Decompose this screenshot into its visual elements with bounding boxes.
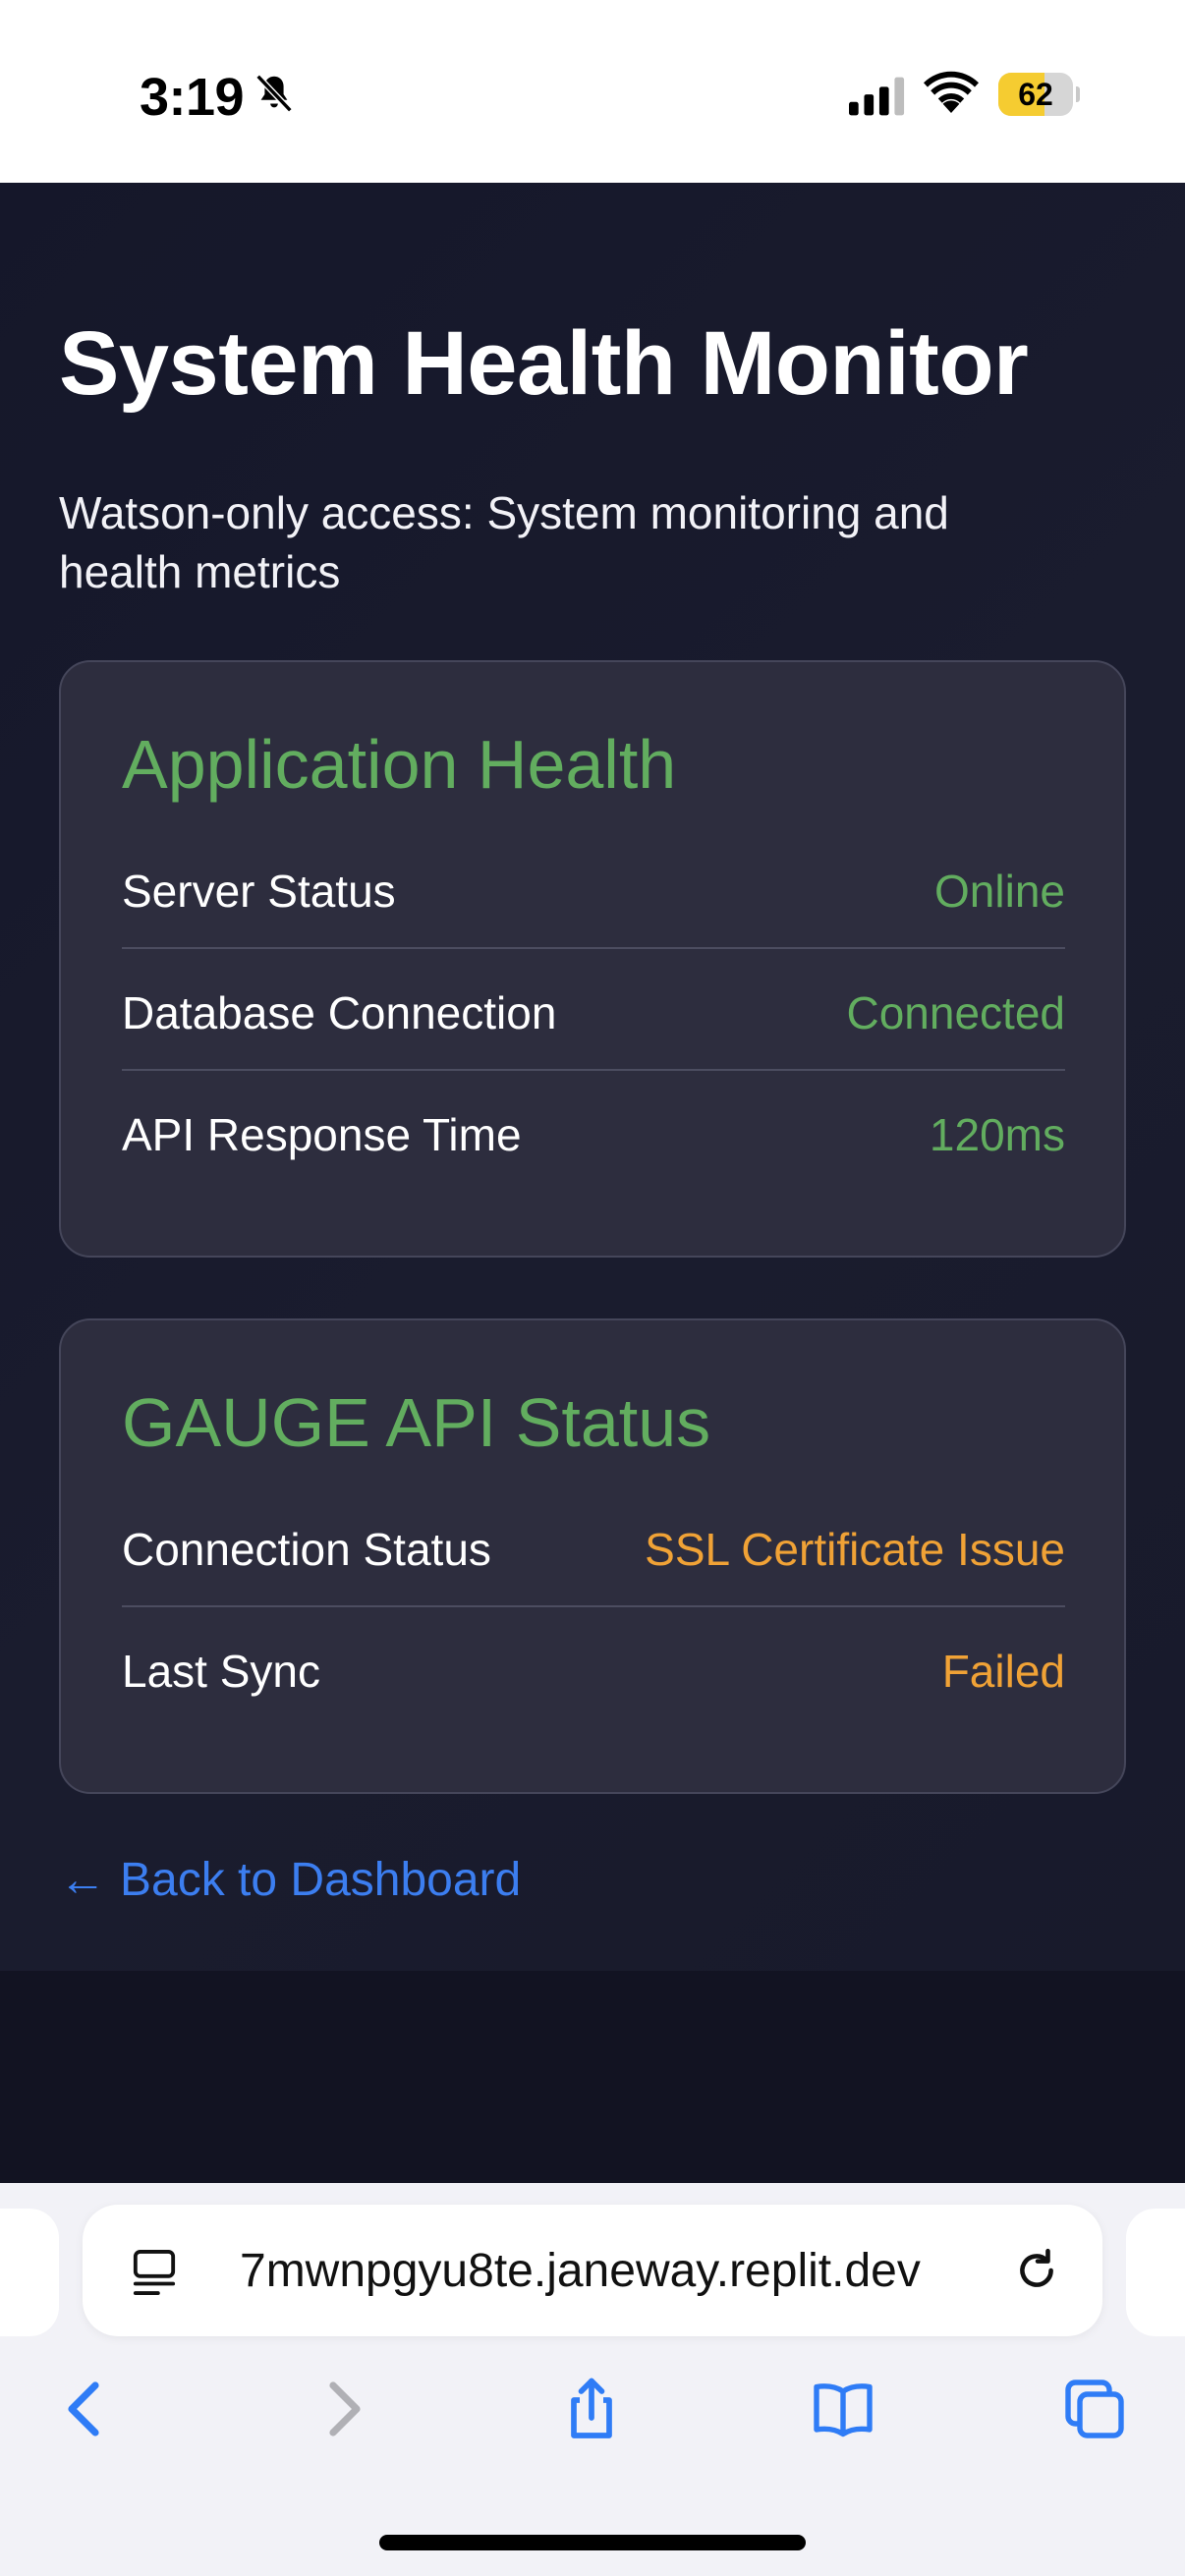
- web-page: System Health Monitor Watson-only access…: [0, 183, 1185, 1971]
- back-icon[interactable]: [51, 2374, 122, 2444]
- back-link-label: Back to Dashboard: [120, 1854, 522, 1906]
- metric-label: API Response Time: [122, 1109, 522, 1160]
- back-to-dashboard-link[interactable]: ← Back to Dashboard: [59, 1853, 521, 1907]
- metric-label: Connection Status: [122, 1524, 491, 1575]
- reload-icon[interactable]: [1012, 2246, 1061, 2295]
- card-title: Application Health: [122, 726, 677, 803]
- metric-row-api-response-time: API Response Time 120ms: [122, 1073, 1065, 1193]
- metric-row-last-sync: Last Sync Failed: [122, 1609, 1065, 1729]
- page-title: System Health Monitor: [59, 313, 1029, 414]
- page-subtitle: Watson-only access: System monitoring an…: [59, 487, 949, 597]
- status-time: 3:19: [140, 68, 245, 127]
- next-tab-preview[interactable]: [1126, 2209, 1185, 2336]
- page-bottom-area: [0, 1971, 1185, 2183]
- cellular-signal-icon: [849, 77, 905, 116]
- metric-row-server-status: Server Status Online: [122, 829, 1065, 949]
- status-bar: 3:19 62: [0, 0, 1185, 183]
- battery-nub: [1076, 86, 1080, 102]
- status-value: SSL Certificate Issue: [645, 1524, 1065, 1575]
- share-icon[interactable]: [556, 2374, 627, 2444]
- battery-body: 62: [998, 73, 1073, 116]
- metric-label: Database Connection: [122, 987, 557, 1038]
- battery-icon: 62: [998, 73, 1080, 116]
- home-indicator: [379, 2535, 806, 2550]
- gauge-api-status-card: GAUGE API Status Connection Status SSL C…: [59, 1318, 1126, 1794]
- metric-label: Server Status: [122, 866, 396, 917]
- browser-toolbar: 7mwnpgyu8te.janeway.replit.dev: [0, 2183, 1185, 2576]
- tabs-icon[interactable]: [1059, 2374, 1130, 2444]
- status-value: Failed: [941, 1646, 1065, 1697]
- address-bar[interactable]: 7mwnpgyu8te.janeway.replit.dev: [83, 2205, 1102, 2336]
- forward-icon[interactable]: [307, 2374, 377, 2444]
- status-value: Connected: [846, 987, 1066, 1038]
- metric-row-connection-status: Connection Status SSL Certificate Issue: [122, 1487, 1065, 1607]
- application-health-card: Application Health Server Status Online …: [59, 660, 1126, 1258]
- previous-tab-preview[interactable]: [0, 2209, 59, 2336]
- metric-row-database-connection: Database Connection Connected: [122, 951, 1065, 1071]
- bell-slash-icon: [255, 74, 293, 113]
- url-text[interactable]: 7mwnpgyu8te.janeway.replit.dev: [240, 2244, 921, 2298]
- bookmarks-icon[interactable]: [808, 2374, 878, 2444]
- status-value: 120ms: [929, 1109, 1065, 1160]
- battery-level: 62: [1018, 77, 1053, 112]
- page-menu-icon[interactable]: [132, 2248, 177, 2297]
- status-value: Online: [934, 866, 1065, 917]
- metric-label: Last Sync: [122, 1646, 320, 1697]
- arrow-left-icon: ←: [59, 1854, 106, 1906]
- card-title: GAUGE API Status: [122, 1384, 711, 1461]
- wifi-icon: [924, 71, 979, 113]
